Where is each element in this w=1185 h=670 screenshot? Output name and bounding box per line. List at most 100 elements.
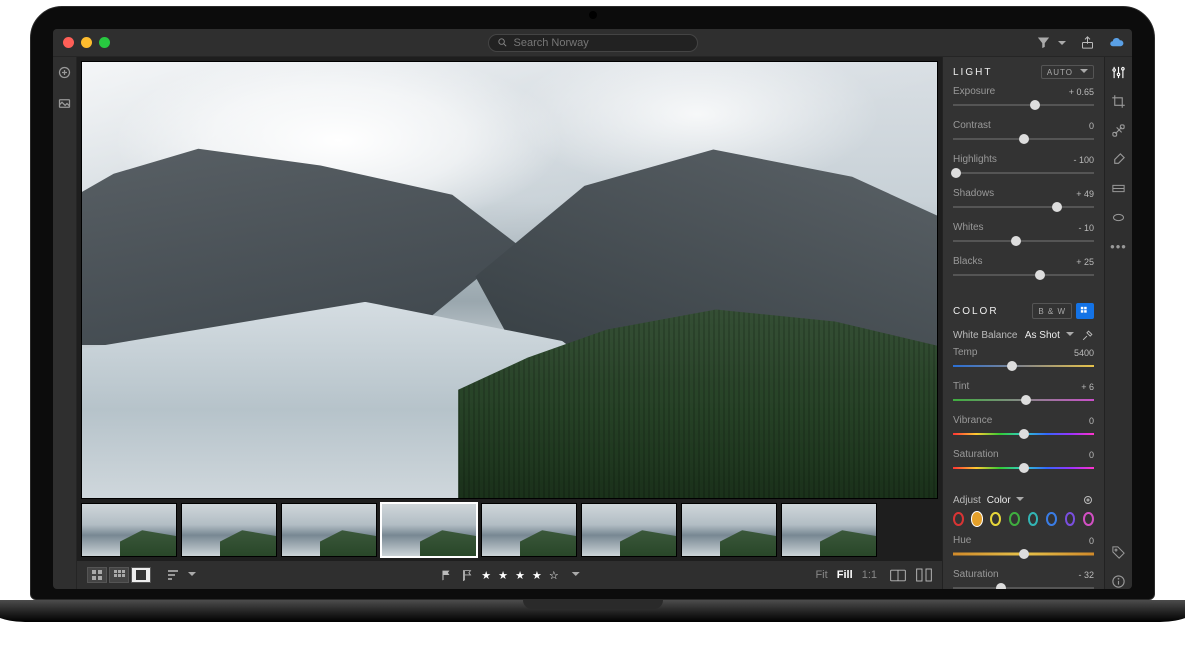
chevron-down-icon	[1055, 34, 1066, 52]
edit-sliders-icon[interactable]	[1111, 65, 1126, 80]
tool-rail: •••	[1104, 57, 1132, 589]
thumbnail[interactable]	[681, 503, 777, 557]
chevron-down-icon	[1077, 67, 1088, 77]
window-zoom-button[interactable]	[99, 37, 110, 48]
search-icon	[497, 37, 508, 48]
laptop-bezel: Search Norway	[30, 6, 1155, 600]
color-value: 5400	[1074, 348, 1094, 358]
color-label: Saturation	[953, 449, 999, 460]
window-close-button[interactable]	[63, 37, 74, 48]
funnel-icon	[1036, 35, 1051, 50]
search-placeholder: Search Norway	[514, 37, 589, 49]
show-original-icon[interactable]	[890, 569, 906, 582]
left-rail	[53, 57, 77, 589]
radial-gradient-icon[interactable]	[1111, 210, 1126, 225]
profile-button[interactable]	[1076, 303, 1094, 319]
detail-view-button[interactable]	[131, 567, 151, 583]
light-value: - 10	[1078, 223, 1094, 233]
thumbnail[interactable]	[381, 503, 477, 557]
swatch-2[interactable]	[990, 512, 1001, 526]
swatch-6[interactable]	[1065, 512, 1076, 526]
thumbnail[interactable]	[281, 503, 377, 557]
flag-reject-icon[interactable]	[460, 569, 473, 582]
light-slider[interactable]	[953, 167, 1094, 179]
light-label: Exposure	[953, 86, 995, 97]
bw-button[interactable]: B & W	[1032, 303, 1072, 319]
swatch-7[interactable]	[1083, 512, 1094, 526]
grid-small-icon	[1080, 306, 1090, 316]
webcam	[589, 11, 597, 19]
main-photo[interactable]	[81, 61, 938, 499]
auto-button[interactable]: AUTO	[1041, 65, 1094, 79]
thumbnail[interactable]	[181, 503, 277, 557]
light-slider[interactable]	[953, 201, 1094, 213]
search-input[interactable]: Search Norway	[488, 34, 698, 52]
hsl-slider[interactable]	[953, 582, 1094, 589]
color-label: Tint	[953, 381, 969, 392]
window-minimize-button[interactable]	[81, 37, 92, 48]
eyedropper-icon[interactable]	[1081, 329, 1094, 342]
filter-button[interactable]	[1036, 34, 1066, 52]
white-balance-label: White Balance	[953, 330, 1017, 341]
light-slider[interactable]	[953, 235, 1094, 247]
sort-button[interactable]	[167, 569, 196, 581]
color-value: 0	[1089, 416, 1094, 426]
filmstrip[interactable]	[77, 499, 942, 561]
sort-icon	[167, 569, 181, 581]
color-slider[interactable]	[953, 360, 1094, 372]
light-label: Shadows	[953, 188, 994, 199]
linear-gradient-icon[interactable]	[1111, 181, 1126, 196]
light-label: Whites	[953, 222, 984, 233]
color-slider[interactable]	[953, 394, 1094, 406]
zoom-fit[interactable]: Fit	[815, 569, 827, 581]
cloud-sync-icon[interactable]	[1109, 35, 1124, 50]
rating-stars[interactable]: ★ ★ ★ ★ ☆	[481, 569, 561, 582]
light-value: + 0.65	[1069, 87, 1094, 97]
light-slider[interactable]	[953, 133, 1094, 145]
heal-icon[interactable]	[1111, 123, 1126, 138]
thumbnail[interactable]	[481, 503, 577, 557]
thumbnail[interactable]	[781, 503, 877, 557]
swatch-3[interactable]	[1009, 512, 1020, 526]
thumbnail[interactable]	[81, 503, 177, 557]
color-slider[interactable]	[953, 462, 1094, 474]
more-tools-icon[interactable]: •••	[1110, 239, 1127, 254]
my-photos-icon[interactable]	[57, 96, 72, 111]
zoom-1to1[interactable]: 1:1	[862, 569, 877, 581]
light-label: Contrast	[953, 120, 991, 131]
image-viewer: ★ ★ ★ ★ ☆ Fit Fill 1:1	[77, 57, 942, 589]
swatch-4[interactable]	[1028, 512, 1039, 526]
light-slider[interactable]	[953, 269, 1094, 281]
light-value: - 100	[1073, 155, 1094, 165]
adjust-select[interactable]: Color	[987, 495, 1025, 506]
zoom-fill[interactable]: Fill	[837, 569, 853, 581]
tag-icon[interactable]	[1111, 545, 1126, 560]
swatch-5[interactable]	[1046, 512, 1057, 526]
white-balance-select[interactable]: As Shot	[1025, 330, 1074, 341]
crop-icon[interactable]	[1111, 94, 1126, 109]
chevron-down-icon	[1063, 330, 1074, 341]
chevron-down-icon	[1013, 495, 1024, 506]
titlebar: Search Norway	[53, 29, 1132, 57]
toggle-panels-icon[interactable]	[916, 568, 932, 582]
zoom-controls[interactable]: Fit Fill 1:1	[812, 569, 880, 581]
light-value: + 25	[1076, 257, 1094, 267]
share-icon[interactable]	[1080, 35, 1095, 50]
target-adjust-icon[interactable]	[1082, 494, 1094, 506]
adjust-label: Adjust	[953, 495, 981, 506]
light-slider[interactable]	[953, 99, 1094, 111]
flag-pick-icon[interactable]	[439, 569, 452, 582]
swatch-0[interactable]	[953, 512, 964, 526]
hsl-slider[interactable]	[953, 548, 1094, 560]
color-section-title: COLOR	[953, 306, 999, 317]
color-slider[interactable]	[953, 428, 1094, 440]
add-photos-icon[interactable]	[57, 65, 72, 80]
thumbnail[interactable]	[581, 503, 677, 557]
info-icon[interactable]	[1111, 574, 1126, 589]
swatch-1[interactable]	[972, 512, 983, 526]
hsl-label: Hue	[953, 535, 971, 546]
grid-view-button[interactable]	[87, 567, 107, 583]
color-value: + 6	[1081, 382, 1094, 392]
square-grid-view-button[interactable]	[109, 567, 129, 583]
brush-icon[interactable]	[1111, 152, 1126, 167]
